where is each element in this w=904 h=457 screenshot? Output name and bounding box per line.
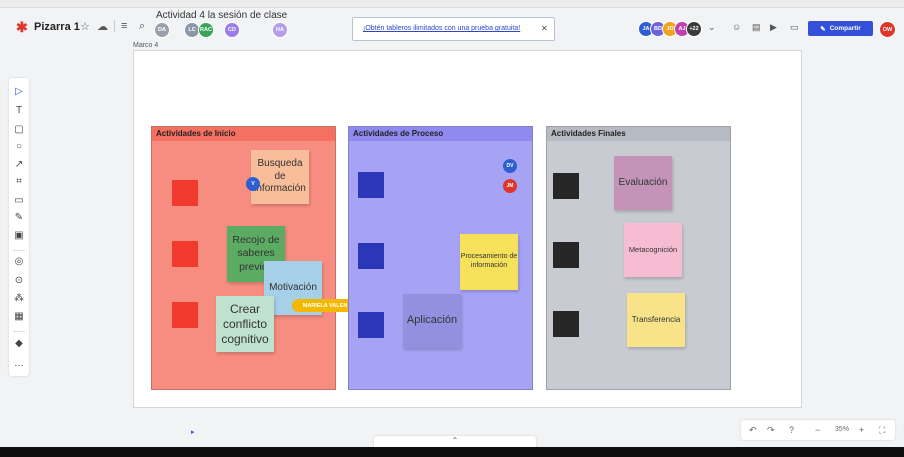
sticky-metacognicion[interactable]: Metacognición bbox=[624, 223, 682, 277]
text-tool-icon[interactable]: T bbox=[9, 105, 29, 116]
share-label: Compartir bbox=[829, 25, 861, 32]
sticky-procesamiento[interactable]: Procesamiento de información bbox=[460, 234, 518, 290]
black-square[interactable] bbox=[553, 311, 579, 337]
left-toolbar: ▷ T ▢ ○ ↗ ⌗ ▭ ✎ ▣ ◎ ⊙ ⁂ ▦ ◆ … bbox=[9, 78, 29, 376]
sticky-crear[interactable]: Crear conflicto cognitivo bbox=[216, 296, 274, 352]
column-title: Actividades de Inicio bbox=[152, 127, 335, 141]
promo-banner[interactable]: ¡Obtén tableros ilimitados con una prueb… bbox=[352, 17, 555, 41]
line-tool-icon[interactable]: ↗ bbox=[9, 159, 29, 170]
zoom-in-button[interactable]: + bbox=[859, 425, 864, 435]
chevron-down-icon[interactable]: ⌄ bbox=[708, 22, 716, 33]
browser-chrome bbox=[0, 0, 904, 8]
fit-screen-icon[interactable]: ⛶ bbox=[879, 425, 885, 436]
grid-tool-icon[interactable]: ▦ bbox=[9, 311, 29, 322]
whiteboard-app: ✱ Pizarra 1 ☆ ☁ ≡ ⌕ Actividad 4 la sesió… bbox=[0, 0, 904, 457]
toolbar-divider bbox=[13, 331, 25, 332]
frame-tool-icon[interactable]: ⌗ bbox=[9, 176, 29, 187]
avatar[interactable]: RAC bbox=[198, 22, 214, 38]
promo-link[interactable]: ¡Obtén tableros ilimitados con una prueb… bbox=[363, 25, 520, 32]
pointer-icon: ▸ bbox=[191, 429, 195, 436]
collaborator-cursor: V bbox=[246, 177, 260, 191]
blue-square[interactable] bbox=[358, 172, 384, 198]
comment-tool-icon[interactable]: ▭ bbox=[9, 195, 29, 206]
black-square[interactable] bbox=[553, 242, 579, 268]
divider bbox=[114, 20, 115, 32]
present-icon[interactable]: ▶ bbox=[770, 22, 777, 33]
share-button[interactable]: ✎ Compartir bbox=[808, 21, 873, 36]
more-icon[interactable]: … bbox=[9, 358, 29, 369]
blue-square[interactable] bbox=[358, 243, 384, 269]
avatar-count[interactable]: +22 bbox=[686, 21, 702, 37]
sticky-busqueda[interactable]: Busqueda de información bbox=[251, 150, 309, 204]
link-tool-icon[interactable]: ◎ bbox=[9, 256, 29, 267]
cloud-icon[interactable]: ☁ bbox=[97, 20, 108, 33]
collaborator-cursor: JM bbox=[503, 179, 517, 193]
zoom-controls: ↶ ↷ ? − 35% + ⛶ bbox=[741, 420, 895, 440]
timer-icon[interactable]: ▭ bbox=[790, 22, 799, 33]
template-tool-icon[interactable]: ▣ bbox=[9, 230, 29, 241]
reaction-icon[interactable]: ☺ bbox=[732, 22, 741, 32]
os-taskbar bbox=[0, 447, 904, 457]
more-shapes-icon[interactable]: ◆ bbox=[9, 338, 29, 349]
black-square[interactable] bbox=[553, 173, 579, 199]
column-title: Actividades Finales bbox=[547, 127, 730, 141]
column-title: Actividades de Proceso bbox=[349, 127, 532, 141]
share-icon: ✎ bbox=[820, 25, 826, 33]
redo-icon[interactable]: ↷ bbox=[767, 425, 775, 436]
menu-icon[interactable]: ≡ bbox=[121, 20, 127, 32]
comment-icon[interactable]: ▤ bbox=[752, 22, 761, 33]
red-square[interactable] bbox=[172, 302, 198, 328]
chevron-up-icon: ⌃ bbox=[451, 436, 459, 445]
blue-square[interactable] bbox=[358, 312, 384, 338]
red-square[interactable] bbox=[172, 241, 198, 267]
board-name[interactable]: Pizarra 1 bbox=[34, 21, 80, 33]
document-title[interactable]: Actividad 4 la sesión de clase bbox=[156, 10, 287, 21]
avatar[interactable]: DA bbox=[154, 22, 170, 38]
avatar[interactable]: CD bbox=[224, 22, 240, 38]
close-icon[interactable]: ✕ bbox=[541, 24, 548, 33]
apps-tool-icon[interactable]: ⁂ bbox=[9, 293, 29, 304]
sticky-transferencia[interactable]: Transferencia bbox=[627, 293, 685, 347]
frame-label[interactable]: Marco 4 bbox=[133, 42, 158, 49]
toolbar-divider bbox=[13, 250, 25, 251]
star-icon[interactable]: ☆ bbox=[80, 20, 90, 33]
red-square[interactable] bbox=[172, 180, 198, 206]
collaborator-cursor: DV bbox=[503, 159, 517, 173]
select-tool-icon[interactable]: ▷ bbox=[9, 86, 29, 97]
app-logo-icon[interactable]: ✱ bbox=[16, 19, 28, 36]
avatar[interactable]: HA bbox=[272, 22, 288, 38]
sticky-aplicacion[interactable]: Aplicación bbox=[403, 294, 461, 348]
user-avatar[interactable]: OW bbox=[879, 21, 896, 38]
zoom-out-button[interactable]: − bbox=[815, 425, 820, 435]
upload-tool-icon[interactable]: ⊙ bbox=[9, 275, 29, 286]
help-icon[interactable]: ? bbox=[789, 425, 794, 435]
shape-tool-icon[interactable]: ○ bbox=[9, 141, 29, 152]
zoom-level[interactable]: 35% bbox=[835, 426, 849, 433]
pen-tool-icon[interactable]: ✎ bbox=[9, 212, 29, 223]
undo-icon[interactable]: ↶ bbox=[749, 425, 757, 436]
sticky-tool-icon[interactable]: ▢ bbox=[9, 124, 29, 135]
sticky-evaluacion[interactable]: Evaluación bbox=[614, 156, 672, 210]
search-icon[interactable]: ⌕ bbox=[139, 20, 145, 33]
